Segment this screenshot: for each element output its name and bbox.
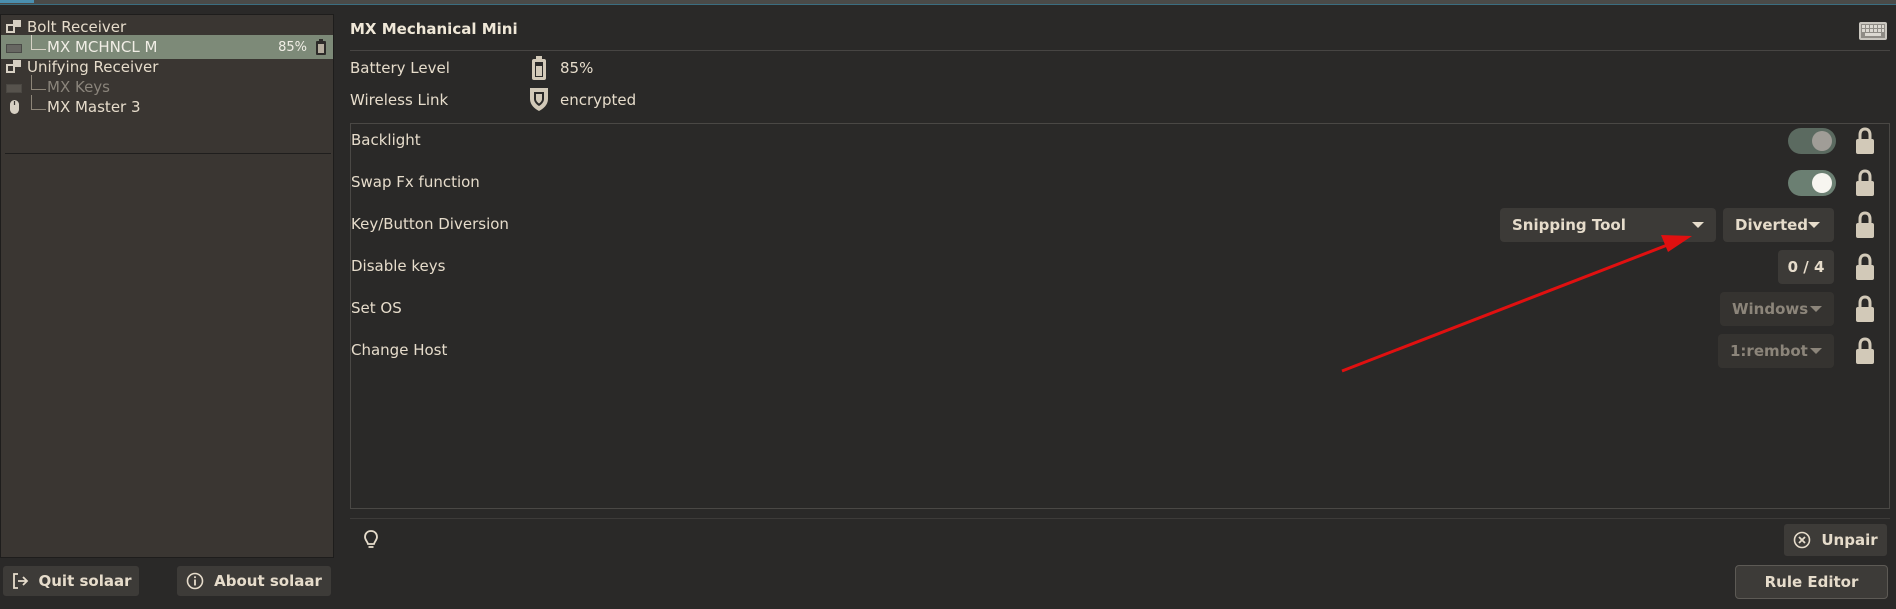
battery-level-value: 85% bbox=[560, 59, 594, 77]
info-icon bbox=[186, 572, 204, 590]
rule-editor-button[interactable]: Rule Editor bbox=[1735, 565, 1888, 599]
about-label: About solaar bbox=[214, 572, 322, 590]
receiver-icon bbox=[6, 60, 21, 73]
title-divider bbox=[350, 50, 1890, 51]
diversion-key-value: Snipping Tool bbox=[1512, 216, 1626, 234]
window-accent bbox=[0, 0, 34, 3]
disable-keys-value: 0 / 4 bbox=[1787, 258, 1825, 276]
set-os-value: Windows bbox=[1732, 300, 1809, 318]
device-title: MX Mechanical Mini bbox=[350, 20, 518, 38]
quit-button[interactable]: Quit solaar bbox=[2, 565, 140, 597]
toggle-knob bbox=[1812, 131, 1832, 151]
change-host-label: Change Host bbox=[351, 341, 448, 359]
footer-divider bbox=[350, 518, 1890, 519]
tree-item-label: MX Master 3 bbox=[47, 98, 141, 116]
tree-branch-line bbox=[31, 95, 46, 110]
battery-icon bbox=[316, 39, 326, 55]
diversion-key-dropdown[interactable]: Snipping Tool bbox=[1500, 208, 1716, 242]
tree-item-mx-master-3[interactable]: MX Master 3 bbox=[1, 95, 333, 119]
tree-branch-line bbox=[31, 35, 46, 50]
tree-item-label: MX MCHNCL M bbox=[47, 38, 158, 56]
close-circle-icon bbox=[1794, 531, 1811, 549]
battery-level-label: Battery Level bbox=[350, 59, 450, 77]
receiver-icon bbox=[6, 20, 21, 33]
tree-item-label: Bolt Receiver bbox=[27, 18, 127, 36]
chevron-down-icon bbox=[1808, 222, 1820, 228]
lock-icon[interactable] bbox=[1854, 169, 1876, 197]
wireless-link-label: Wireless Link bbox=[350, 91, 449, 109]
tree-divider bbox=[5, 153, 331, 154]
tree-branch-line bbox=[31, 75, 46, 90]
lock-icon[interactable] bbox=[1854, 211, 1876, 239]
device-tree-panel: Bolt Receiver MX MCHNCL M 85% Unifying R… bbox=[0, 14, 334, 558]
unpair-button[interactable]: Unpair bbox=[1783, 523, 1888, 557]
set-os-dropdown[interactable]: Windows bbox=[1720, 292, 1834, 326]
change-host-value: 1:rembot bbox=[1730, 342, 1808, 360]
diversion-label: Key/Button Diversion bbox=[351, 215, 509, 233]
settings-panel bbox=[350, 123, 1890, 509]
tree-item-label: MX Keys bbox=[47, 78, 110, 96]
swap-fx-toggle[interactable] bbox=[1788, 170, 1836, 196]
quit-label: Quit solaar bbox=[38, 572, 132, 590]
chevron-down-icon bbox=[1692, 222, 1704, 228]
swap-fx-label: Swap Fx function bbox=[351, 173, 480, 191]
chevron-down-icon bbox=[1810, 348, 1822, 354]
window-top-border bbox=[0, 0, 1896, 5]
keyboard-icon bbox=[1859, 22, 1887, 40]
wireless-link-value: encrypted bbox=[560, 91, 637, 109]
lightbulb-icon[interactable] bbox=[360, 528, 382, 552]
change-host-dropdown[interactable]: 1:rembot bbox=[1718, 334, 1834, 368]
disable-keys-button[interactable]: 0 / 4 bbox=[1778, 250, 1834, 284]
lock-icon[interactable] bbox=[1854, 127, 1876, 155]
chevron-down-icon bbox=[1810, 306, 1822, 312]
unpair-label: Unpair bbox=[1821, 531, 1878, 549]
backlight-toggle[interactable] bbox=[1788, 128, 1836, 154]
battery-icon bbox=[532, 56, 546, 80]
tree-item-label: Unifying Receiver bbox=[27, 58, 159, 76]
lock-icon[interactable] bbox=[1854, 337, 1876, 365]
toggle-knob bbox=[1812, 173, 1832, 193]
lock-icon[interactable] bbox=[1854, 295, 1876, 323]
backlight-label: Backlight bbox=[351, 131, 421, 149]
lock-icon[interactable] bbox=[1854, 253, 1876, 281]
device-battery-percent: 85% bbox=[278, 39, 307, 55]
rule-editor-label: Rule Editor bbox=[1764, 573, 1859, 591]
diversion-mode-dropdown[interactable]: Diverted bbox=[1723, 208, 1834, 242]
set-os-label: Set OS bbox=[351, 299, 402, 317]
exit-icon bbox=[12, 573, 28, 589]
shield-icon bbox=[530, 88, 548, 111]
diversion-mode-value: Diverted bbox=[1735, 216, 1809, 234]
disable-keys-label: Disable keys bbox=[351, 257, 446, 275]
mouse-icon bbox=[10, 100, 19, 114]
about-button[interactable]: About solaar bbox=[176, 565, 332, 597]
